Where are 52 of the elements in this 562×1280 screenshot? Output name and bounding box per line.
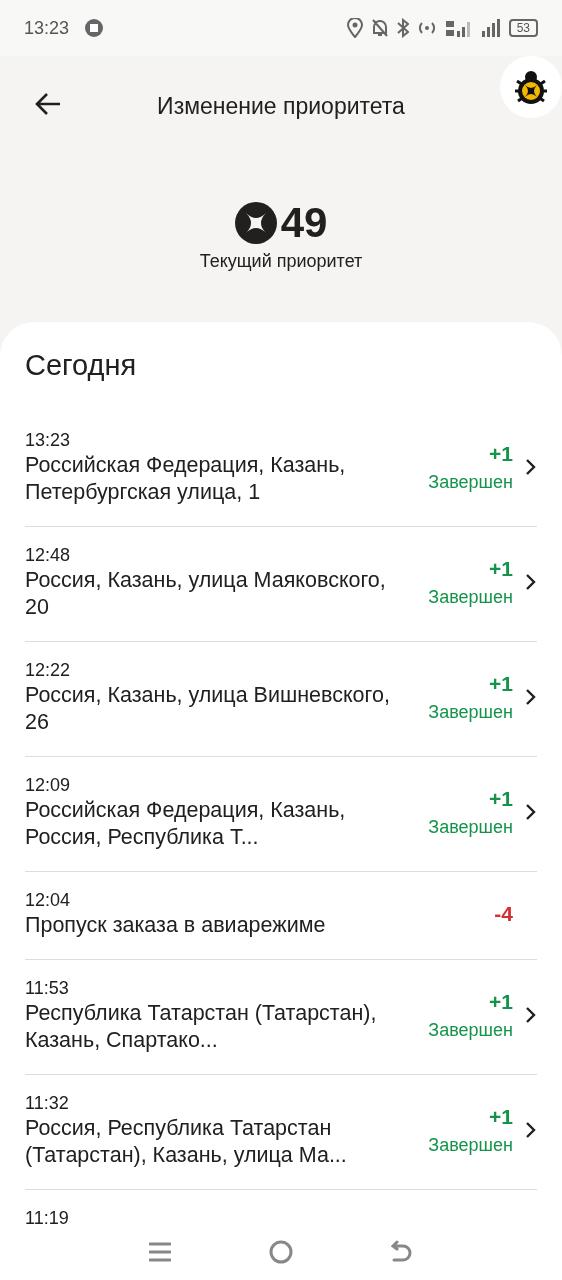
entry-time: 12:09	[25, 773, 72, 797]
chevron-right-icon[interactable]	[525, 1120, 537, 1140]
app-notification-icon	[85, 19, 104, 37]
order-status: Завершен	[428, 1019, 513, 1043]
section-heading: Сегодня	[25, 348, 138, 383]
priority-label: Текущий приоритет	[199, 250, 363, 271]
entry-address: Республика Татарстан (Татарстан), Казань, Спартако...	[25, 999, 378, 1054]
entry-time: 11:53	[25, 976, 70, 1000]
entry-time: 12:22	[25, 658, 72, 682]
home-icon[interactable]	[269, 1240, 293, 1264]
bluetooth-icon	[396, 18, 409, 38]
back-arrow-icon[interactable]	[34, 92, 62, 116]
chevron-right-icon[interactable]	[525, 1005, 537, 1025]
entry-time: 13:23	[25, 428, 72, 452]
priority-change: +1	[488, 555, 513, 582]
chevron-right-icon[interactable]	[525, 457, 537, 477]
location-icon	[346, 18, 363, 38]
signal-icon	[444, 19, 473, 37]
entry-address: Российская Федерация, Казань, Россия, Республика Т...	[25, 796, 347, 851]
priority-change: +1	[488, 988, 513, 1015]
menu-icon[interactable]	[149, 1241, 171, 1263]
entry-address: Россия, Республика Татарстан (Татарстан), Казань, улица Ма...	[25, 1114, 348, 1169]
priority-change: +1	[488, 440, 513, 467]
entry-time: 12:48	[25, 543, 72, 567]
muted-bell-icon	[370, 18, 389, 38]
priority-change: +1	[488, 670, 513, 697]
status-time: 13:23	[24, 16, 70, 40]
entry-time: 12:04	[25, 888, 72, 912]
order-status: Завершен	[428, 471, 513, 495]
entry-address: Россия, Казань, улица Вишневского, 26	[25, 681, 391, 736]
priority-change: +1	[488, 1103, 513, 1130]
priority-change: +1	[488, 785, 513, 812]
entry-address: Россия, Казань, улица Маяковского, 20	[25, 566, 387, 621]
priority-value: 49	[280, 201, 328, 244]
entry-address: Пропуск заказа в авиарежиме	[25, 911, 327, 939]
chevron-right-icon[interactable]	[525, 687, 537, 707]
entry-time: 11:32	[25, 1091, 70, 1115]
signal-icon	[480, 19, 501, 37]
entry-time: 11:19	[25, 1206, 70, 1224]
priority-change: -4	[494, 900, 513, 927]
order-status: Завершен	[428, 586, 513, 610]
back-icon[interactable]	[391, 1240, 413, 1264]
priority-icon	[234, 201, 277, 244]
order-status: Завершен	[428, 816, 513, 840]
screen-title: Изменение приоритета	[157, 93, 405, 119]
chevron-right-icon[interactable]	[525, 572, 537, 592]
entry-address: Российская Федерация, Казань, Петербургская улица, 1	[25, 451, 347, 506]
order-status: Завершен	[428, 701, 513, 725]
order-status: Завершен	[428, 1134, 513, 1158]
hotspot-icon	[416, 20, 437, 36]
chevron-right-icon[interactable]	[525, 802, 537, 822]
battery-indicator: 53	[508, 19, 538, 37]
